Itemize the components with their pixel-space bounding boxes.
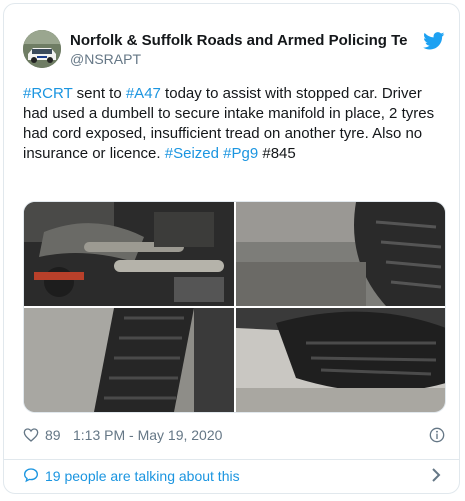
hashtag-seized[interactable]: #Seized <box>165 145 219 162</box>
speech-bubble-icon <box>23 468 39 483</box>
hashtag-pg9[interactable]: #Pg9 <box>223 145 258 162</box>
conversation-link[interactable]: 19 people are talking about this <box>23 464 445 488</box>
media-image-worn-tyre[interactable] <box>236 202 445 306</box>
media-image-tyre-sidewall[interactable] <box>24 308 234 412</box>
tweet-text-segment: sent to <box>72 85 126 102</box>
timestamp[interactable]: 1:13 PM - May 19, 2020 <box>73 427 222 443</box>
twitter-bird-icon[interactable] <box>423 32 445 50</box>
display-name[interactable]: Norfolk & Suffolk Roads and Armed Polici… <box>70 32 421 50</box>
account-names: Norfolk & Suffolk Roads and Armed Polici… <box>70 32 421 68</box>
divider <box>4 459 459 460</box>
talking-count[interactable]: 19 people are talking about this <box>45 468 240 484</box>
like-count[interactable]: 89 <box>45 427 61 443</box>
tweet-card: Norfolk & Suffolk Roads and Armed Polici… <box>3 3 460 494</box>
media-image-engine[interactable] <box>24 202 234 306</box>
avatar[interactable] <box>23 30 61 68</box>
media-grid <box>23 201 446 413</box>
account-handle[interactable]: @NSRAPT <box>70 50 421 68</box>
tweet-text-segment: #845 <box>258 145 296 162</box>
tweet-header: Norfolk & Suffolk Roads and Armed Polici… <box>23 30 445 72</box>
info-icon[interactable] <box>429 427 445 443</box>
heart-icon[interactable] <box>23 427 39 443</box>
tweet-text: #RCRT sent to #A47 today to assist with … <box>23 84 445 164</box>
hashtag-a47[interactable]: #A47 <box>126 85 161 102</box>
chevron-right-icon[interactable] <box>431 468 441 482</box>
hashtag-rcrt[interactable]: #RCRT <box>23 85 72 102</box>
media-image-tyre-gravel[interactable] <box>236 308 445 412</box>
tweet-meta: 89 1:13 PM - May 19, 2020 <box>23 426 445 446</box>
